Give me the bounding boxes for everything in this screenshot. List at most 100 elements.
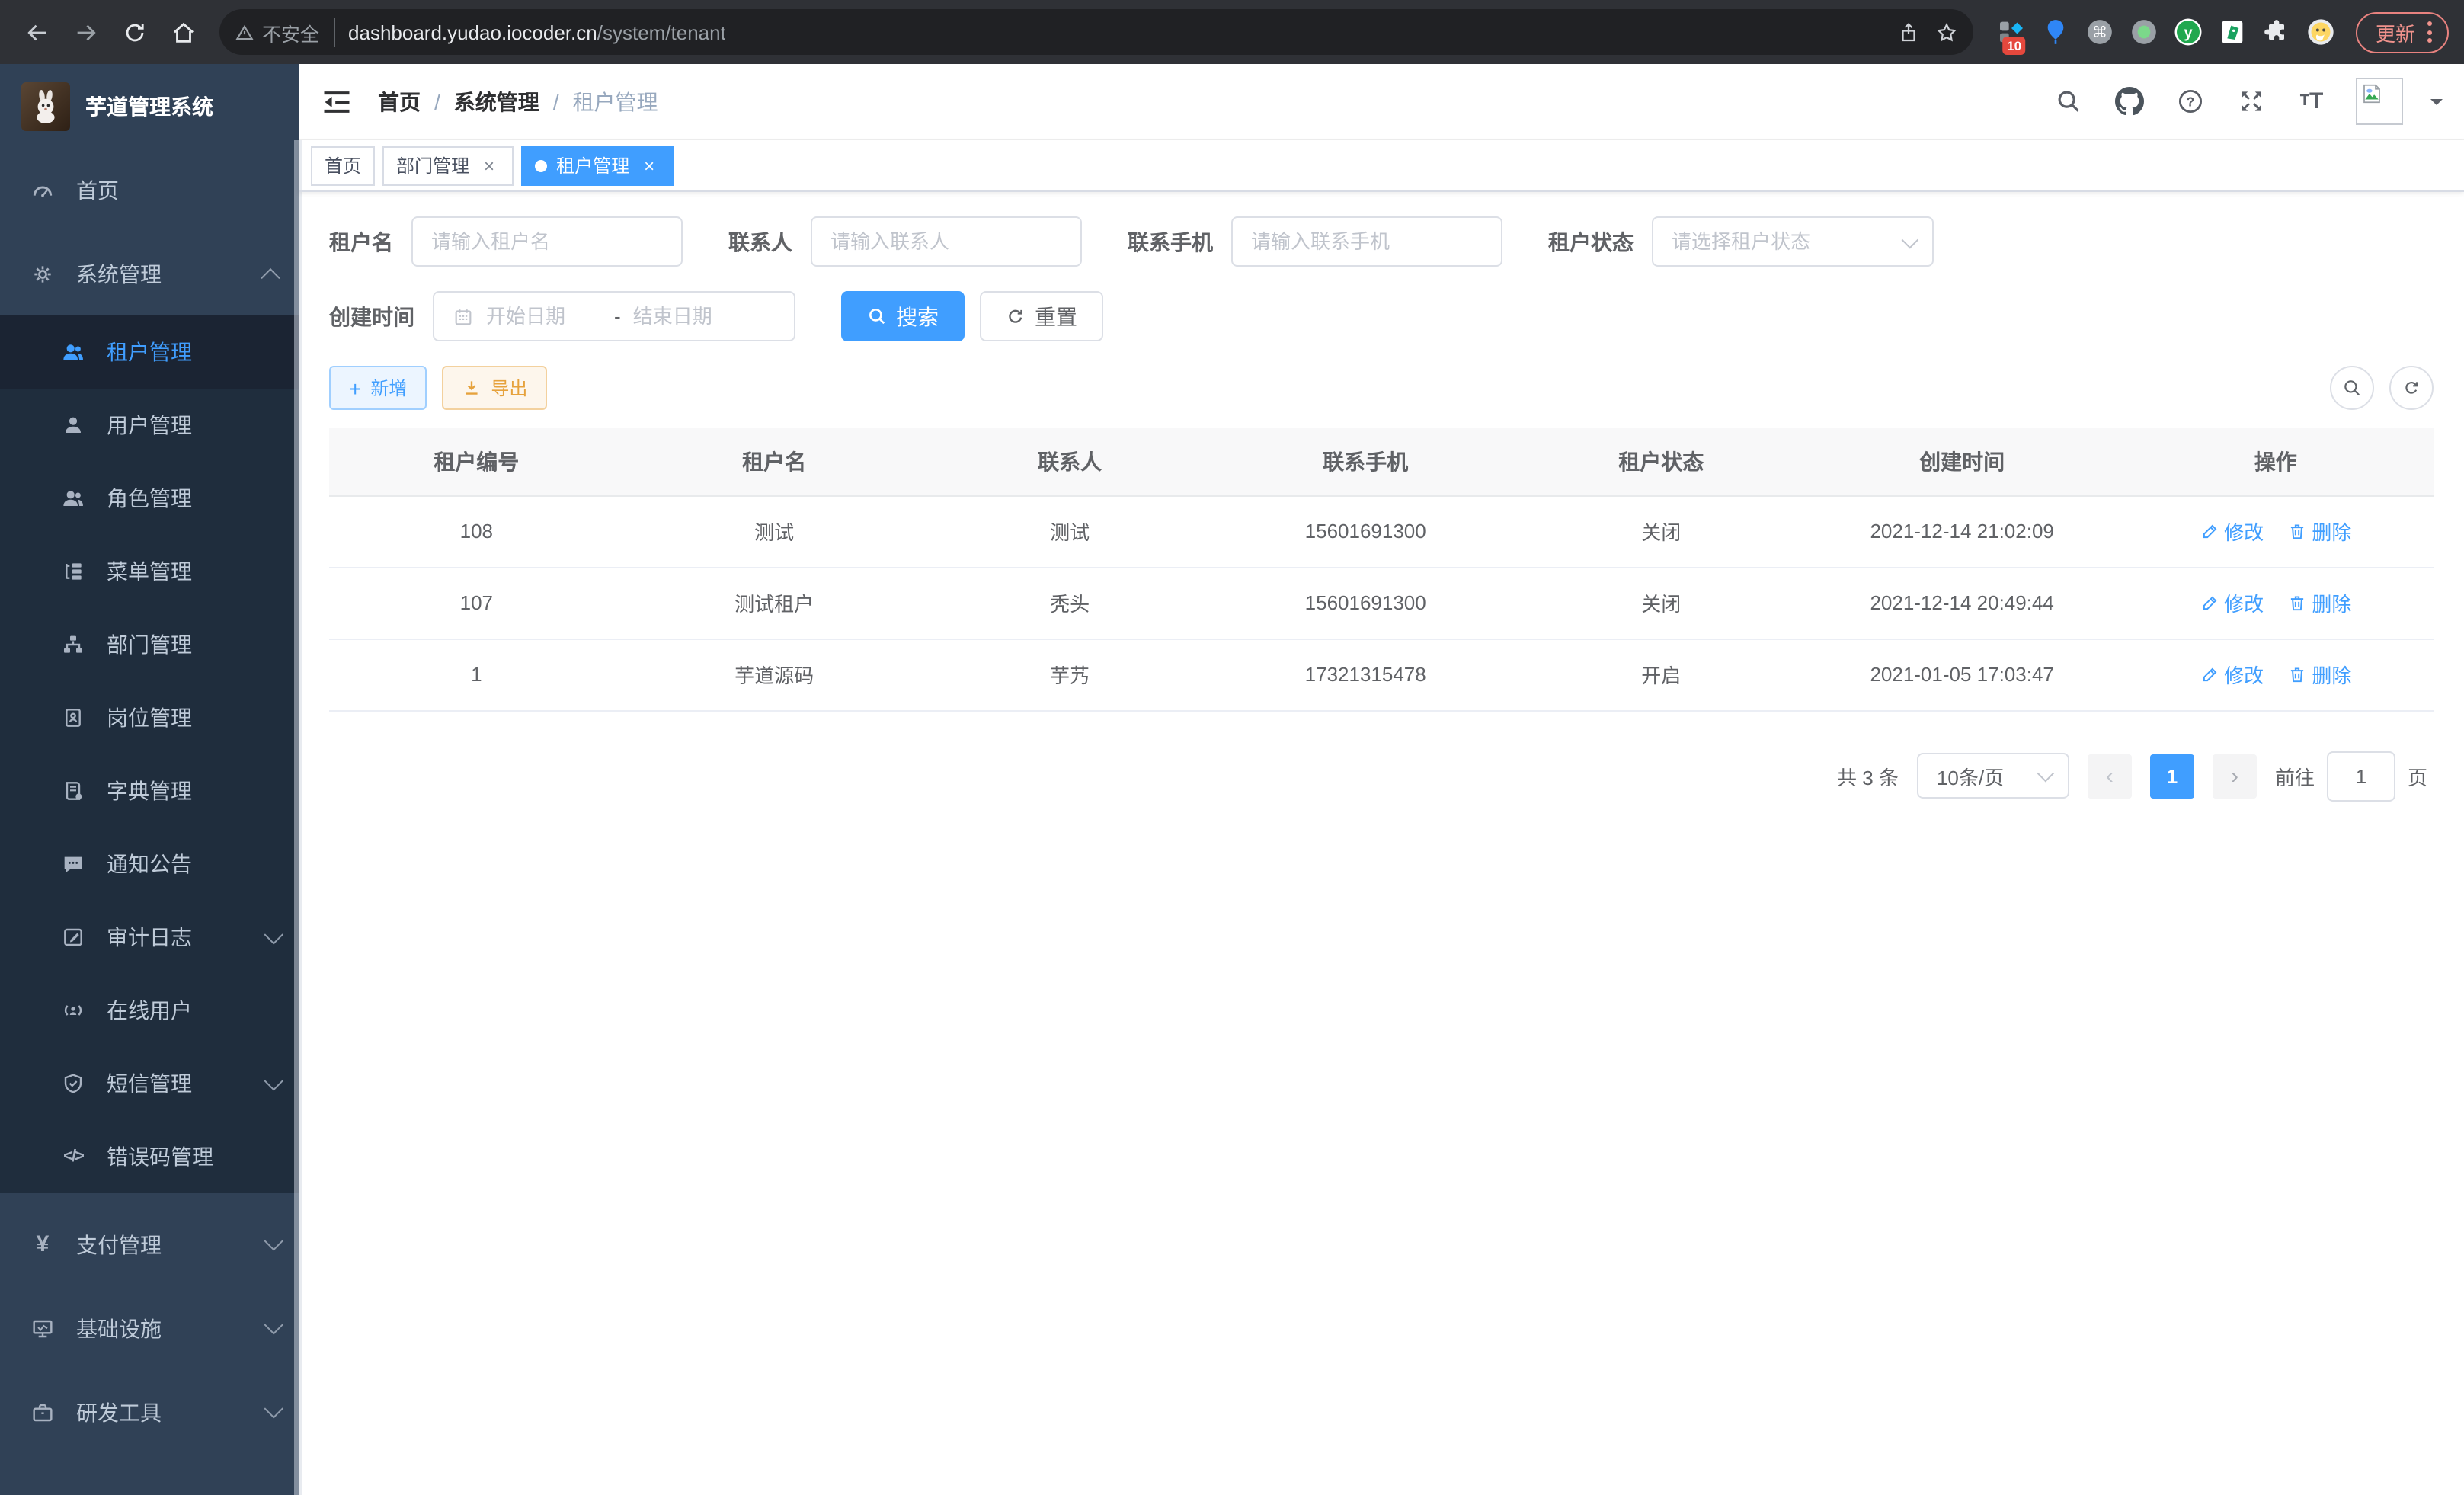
sidebar-item-dept[interactable]: 部门管理 [0,608,299,681]
address-bar[interactable]: 不安全 dashboard.yudao.iocoder.cn/system/te… [219,9,1973,55]
reset-button[interactable]: 重置 [980,291,1103,341]
tab-dept[interactable]: 部门管理 × [382,146,514,185]
status-label: 租户状态 [1548,226,1634,257]
next-page-button[interactable]: › [2213,754,2257,798]
edit-link[interactable]: 修改 [2200,660,2264,689]
sidebar-item-error-code[interactable]: </> 错误码管理 [0,1120,299,1193]
sidebar-item-tenant[interactable]: 租户管理 [0,315,299,389]
share-icon[interactable] [1897,21,1920,43]
extension-tray: 10 ⌘ y [1989,15,2344,49]
sidebar-item-menu[interactable]: 菜单管理 [0,535,299,608]
search-button[interactable]: 搜索 [841,291,965,341]
menu-tree-icon [61,559,85,584]
refresh-icon [2402,378,2421,398]
sidebar-item-online-user[interactable]: 在线用户 [0,974,299,1047]
cell-status: 关闭 [1516,495,1806,567]
col-header-name: 租户名 [624,428,925,495]
tab-tenant[interactable]: 租户管理 × [521,146,674,185]
breadcrumb-home[interactable]: 首页 [378,86,421,117]
sidebar-item-sms[interactable]: 短信管理 [0,1047,299,1120]
shield-check-icon [61,1071,85,1096]
github-icon[interactable] [2112,85,2146,118]
header-search-icon[interactable] [2051,85,2085,118]
sidebar-item-notice[interactable]: 通知公告 [0,828,299,901]
extension-command-icon[interactable]: ⌘ [2083,15,2117,49]
bookmark-star-icon[interactable] [1935,21,1958,43]
export-button[interactable]: 导出 [442,366,547,410]
extension-balloon-icon[interactable] [2039,15,2072,49]
chevron-down-icon [2037,765,2054,783]
monitor-icon [30,1316,55,1340]
extension-y-icon[interactable]: y [2171,15,2205,49]
chrome-update-button[interactable]: 更新 [2356,11,2449,53]
tenant-users-icon [61,340,85,364]
delete-link[interactable]: 删除 [2287,517,2351,546]
sidebar-item-label: 基础设施 [76,1313,162,1343]
sidebar-fold-icon[interactable] [320,85,354,118]
extensions-puzzle-icon[interactable] [2260,15,2293,49]
sidebar-item-devtool[interactable]: 研发工具 [0,1370,299,1454]
chevron-down-icon [264,924,283,943]
current-page-button[interactable]: 1 [2150,754,2194,798]
edit-link[interactable]: 修改 [2200,517,2264,546]
toggle-search-button[interactable] [2330,366,2374,410]
avatar[interactable] [2356,78,2403,125]
font-size-icon[interactable]: TT [2295,85,2328,118]
delete-link[interactable]: 删除 [2287,588,2351,617]
fullscreen-icon[interactable] [2234,85,2267,118]
page-size-select[interactable]: 10条/页 [1917,753,2069,799]
sidebar-item-system[interactable]: 系统管理 [0,232,299,315]
sidebar-item-label: 支付管理 [76,1229,162,1260]
sidebar-item-user[interactable]: 用户管理 [0,389,299,462]
browser-home-icon[interactable] [162,11,204,53]
profile-avatar-icon[interactable] [2304,15,2338,49]
cell-created: 2021-12-14 20:49:44 [1806,567,2118,639]
sidebar-item-audit-log[interactable]: 审计日志 [0,901,299,974]
sidebar-item-dict[interactable]: 字典管理 [0,754,299,828]
security-chip[interactable]: 不安全 [235,18,334,46]
extension-blocks-icon[interactable]: 10 [1995,15,2028,49]
chevron-down-icon [264,1399,283,1418]
app-logo-row[interactable]: 芋道管理系统 [0,64,299,148]
user-menu-caret-icon[interactable] [2430,99,2443,111]
app-title: 芋道管理系统 [85,91,213,121]
cell-mobile: 15601691300 [1215,567,1516,639]
close-icon[interactable]: × [638,155,660,176]
sidebar-item-post[interactable]: 岗位管理 [0,681,299,754]
extension-dot-icon[interactable] [2127,15,2161,49]
sidebar-item-role[interactable]: 角色管理 [0,462,299,535]
prev-page-button[interactable]: ‹ [2088,754,2132,798]
create-time-range-picker[interactable]: - [433,291,795,341]
status-select[interactable] [1652,216,1934,267]
browser-toolbar: 不安全 dashboard.yudao.iocoder.cn/system/te… [0,0,2464,64]
chrome-menu-icon[interactable] [2427,21,2432,43]
edit-link[interactable]: 修改 [2200,588,2264,617]
contact-input[interactable] [811,216,1082,267]
sidebar-item-infra[interactable]: 基础设施 [0,1286,299,1370]
add-button[interactable]: + 新增 [329,366,427,410]
help-icon[interactable]: ? [2173,85,2206,118]
notice-bubble-icon [61,852,85,876]
refresh-table-button[interactable] [2389,366,2434,410]
sidebar-item-pay[interactable]: ¥ 支付管理 [0,1202,299,1286]
tab-home[interactable]: 首页 [311,146,375,185]
mobile-input[interactable] [1231,216,1502,267]
browser-forward-icon[interactable] [64,11,107,53]
browser-reload-icon[interactable] [113,11,155,53]
edit-pencil-icon [2200,593,2219,613]
browser-back-icon[interactable] [15,11,58,53]
delete-link[interactable]: 删除 [2287,660,2351,689]
col-header-status: 租户状态 [1516,428,1806,495]
breadcrumb: 首页 / 系统管理 / 租户管理 [378,86,658,117]
breadcrumb-current: 租户管理 [573,86,658,117]
sidebar-item-home[interactable]: 首页 [0,148,299,232]
breadcrumb-system[interactable]: 系统管理 [454,86,539,117]
cell-status: 开启 [1516,639,1806,710]
tab-label: 首页 [325,152,361,178]
goto-page-input[interactable] [2327,751,2395,801]
close-icon[interactable]: × [478,155,500,176]
extension-flag-icon[interactable] [2216,15,2249,49]
tenant-name-input[interactable] [411,216,683,267]
trash-icon [2287,521,2307,541]
extension-badge: 10 [2002,36,2026,55]
